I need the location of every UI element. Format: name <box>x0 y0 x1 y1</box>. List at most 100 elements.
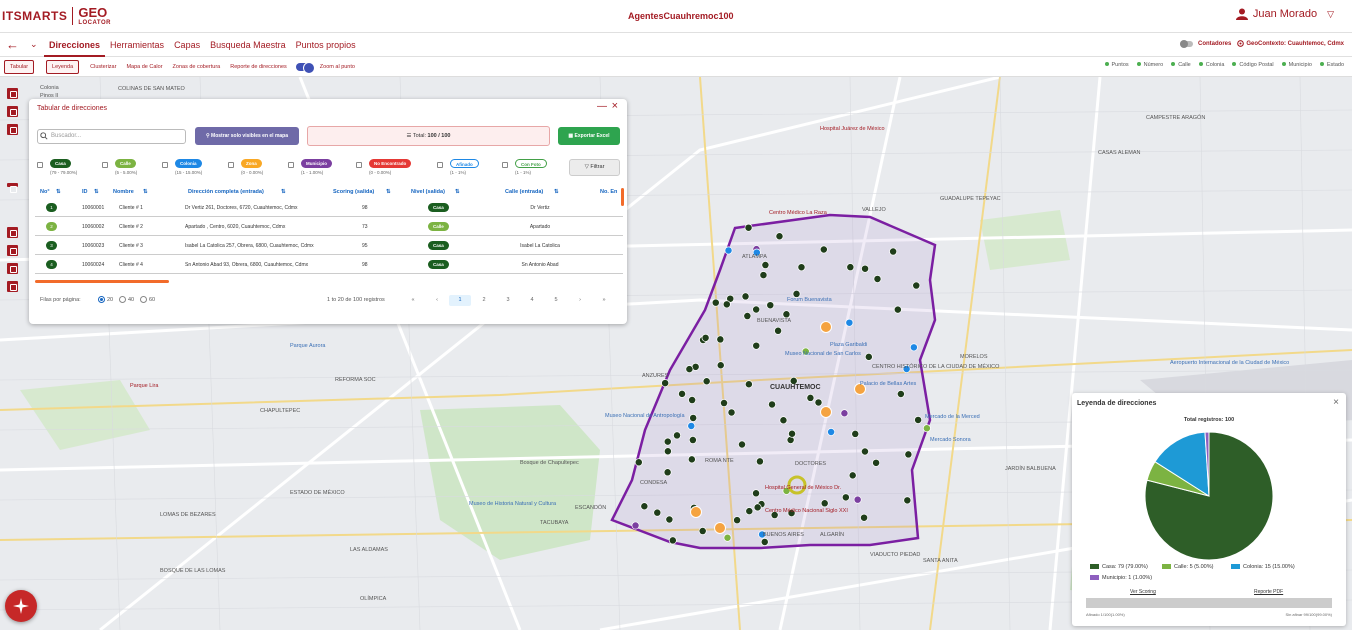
menu-busqueda-maestra[interactable]: Busqueda Maestra <box>205 33 291 57</box>
chip-label[interactable]: Zona <box>241 159 262 168</box>
map-marker[interactable] <box>797 263 806 272</box>
chip-checkbox[interactable] <box>228 162 234 168</box>
compass-button[interactable] <box>5 590 37 622</box>
chip-checkbox[interactable] <box>502 162 508 168</box>
map-marker[interactable] <box>893 305 902 314</box>
report-icon[interactable] <box>7 227 18 238</box>
map-marker[interactable] <box>634 458 643 467</box>
app-logo[interactable]: ITSMARTS GEO LOCATOR <box>0 0 111 33</box>
map-marker[interactable] <box>631 521 640 530</box>
contadores-switch[interactable] <box>1180 39 1193 48</box>
contadores-toggle[interactable]: Contadores GeoContexto: Cuauhtemoc, Cdmx <box>1180 39 1344 48</box>
chip-checkbox[interactable] <box>37 162 43 168</box>
col-no[interactable]: No° <box>40 189 50 195</box>
col-no-ext[interactable]: No. En <box>600 189 617 195</box>
rows-20-radio[interactable] <box>98 296 105 303</box>
sort-icon[interactable]: ⇅ <box>386 189 391 195</box>
sort-icon[interactable]: ⇅ <box>554 189 559 195</box>
expand-icon[interactable] <box>7 106 18 117</box>
map-marker[interactable] <box>761 261 770 269</box>
mapa-calor-button[interactable]: Mapa de Calor <box>121 64 167 70</box>
map-marker[interactable] <box>653 508 662 517</box>
table-row[interactable]: 3 10060023 Cliente # 3 Isabel La Catolica 2… <box>35 237 623 255</box>
map-marker[interactable] <box>788 429 796 438</box>
page-3[interactable]: 3 <box>497 295 519 306</box>
rows-60-radio[interactable] <box>140 296 147 303</box>
page-4[interactable]: 4 <box>521 295 543 306</box>
map-marker[interactable] <box>903 496 912 505</box>
layers-icon[interactable] <box>7 88 18 99</box>
map-marker[interactable] <box>896 390 905 398</box>
map-marker[interactable] <box>755 457 764 466</box>
menu-puntos-propios[interactable]: Puntos propios <box>291 33 361 57</box>
chip-label[interactable]: Casa <box>50 159 71 168</box>
map-marker[interactable] <box>716 361 725 370</box>
map-marker[interactable] <box>860 513 869 522</box>
reporte-pdf-link[interactable]: Reporte PDF <box>1254 589 1283 595</box>
map-marker[interactable] <box>727 408 736 417</box>
map-marker[interactable] <box>820 499 829 508</box>
cluster-marker[interactable] <box>820 406 832 418</box>
map-marker[interactable] <box>716 335 725 344</box>
menu-capas[interactable]: Capas <box>169 33 205 57</box>
table-row[interactable]: 4 10060024 Cliente # 4 Sn Antonio Abad 93, … <box>35 256 623 274</box>
map-marker[interactable] <box>904 450 913 459</box>
map-marker[interactable] <box>745 507 754 516</box>
layer-estado[interactable]: Estado <box>1319 62 1344 68</box>
back-arrow-icon[interactable]: ← <box>6 37 22 52</box>
map-marker[interactable] <box>775 232 784 241</box>
search-input[interactable]: Buscador... <box>37 129 186 144</box>
map-marker[interactable] <box>738 440 746 449</box>
map-marker[interactable] <box>702 377 711 386</box>
map-marker[interactable] <box>889 247 898 256</box>
map-marker[interactable] <box>687 421 696 430</box>
first-page-icon[interactable]: « <box>402 295 424 306</box>
menu-herramientas[interactable]: Herramientas <box>105 33 169 57</box>
map-marker[interactable] <box>768 400 776 409</box>
chip-label[interactable]: Afinado <box>450 159 479 168</box>
map-marker[interactable] <box>688 436 697 444</box>
export-excel-button[interactable]: ▦ Exportar Excel <box>558 127 620 145</box>
map-marker[interactable] <box>685 365 694 374</box>
map-marker[interactable] <box>845 318 854 327</box>
filter-button[interactable]: ▽ Filtrar <box>569 159 620 176</box>
map-marker[interactable] <box>851 429 860 438</box>
col-scoring[interactable]: Scoring (salida) <box>333 189 374 195</box>
map-marker[interactable] <box>678 389 686 398</box>
prev-page-icon[interactable]: ‹ <box>426 295 448 306</box>
map-marker[interactable] <box>752 489 760 498</box>
page-5[interactable]: 5 <box>545 295 567 306</box>
map-marker[interactable] <box>752 305 761 314</box>
map-marker[interactable] <box>760 538 769 546</box>
map-marker[interactable] <box>687 455 696 464</box>
horizontal-scrollbar[interactable] <box>35 280 169 283</box>
chevron-down-icon[interactable]: ▽ <box>1327 9 1334 20</box>
map-marker[interactable] <box>782 310 791 319</box>
map-marker[interactable] <box>864 352 873 361</box>
map-marker[interactable] <box>720 399 728 408</box>
next-page-icon[interactable]: › <box>569 295 591 306</box>
chip-label[interactable]: No Encontrado <box>369 159 412 168</box>
map-marker[interactable] <box>698 527 707 536</box>
map-marker[interactable] <box>846 263 855 272</box>
map-marker[interactable] <box>774 326 783 335</box>
map-marker[interactable] <box>861 447 869 456</box>
map-marker[interactable] <box>841 493 850 502</box>
show-visible-button[interactable]: ⚲ Mostrar solo visibles en el mapa <box>195 127 299 145</box>
chip-label[interactable]: Con Foto <box>515 159 547 168</box>
map-marker[interactable] <box>663 447 672 456</box>
map-marker[interactable] <box>663 468 672 477</box>
map-marker[interactable] <box>743 312 752 320</box>
ver-scoring-link[interactable]: Ver Scoring <box>1130 589 1156 595</box>
cluster-marker[interactable] <box>714 522 726 534</box>
page-2[interactable]: 2 <box>473 295 495 306</box>
layer-puntos[interactable]: Puntos <box>1104 62 1129 68</box>
chip-checkbox[interactable] <box>356 162 362 168</box>
map-marker[interactable] <box>701 333 710 342</box>
menu-direcciones[interactable]: Direcciones <box>44 33 106 57</box>
map-marker[interactable] <box>711 298 720 307</box>
map-marker[interactable] <box>723 533 732 542</box>
map-marker[interactable] <box>819 245 828 254</box>
table-row[interactable]: 2 10060002 Cliente # 2 Apartado , Centro, 6… <box>35 218 623 236</box>
map-marker[interactable] <box>722 300 731 309</box>
